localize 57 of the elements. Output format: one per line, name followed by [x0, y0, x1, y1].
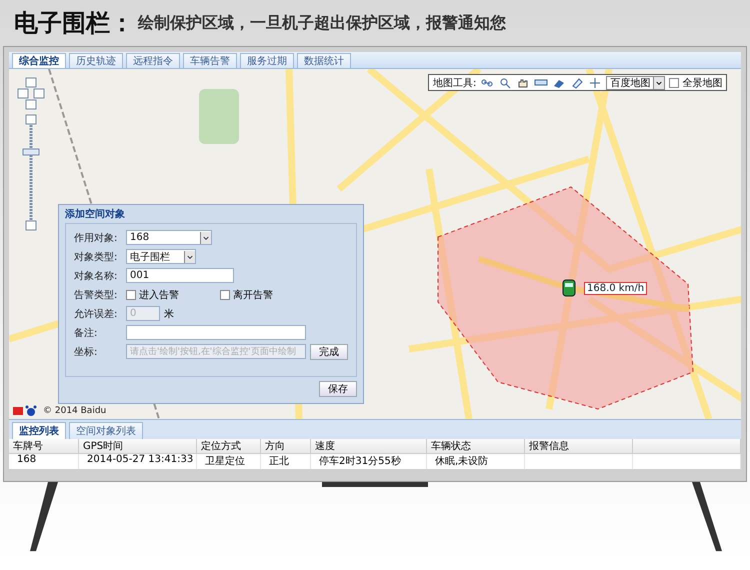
checkbox-label: 离开告警: [233, 288, 273, 302]
headline-subtitle: 绘制保护区域，一旦机子超出保护区域，报警通知您: [138, 12, 506, 34]
checkbox[interactable]: [220, 290, 230, 300]
input-field[interactable]: [126, 325, 306, 340]
field-label: 对象类型:: [74, 250, 118, 264]
checkbox[interactable]: [669, 78, 680, 88]
field-label: 告警类型:: [74, 288, 118, 302]
tab[interactable]: 服务过期: [240, 53, 294, 68]
caret-icon: [184, 250, 195, 262]
caret-icon: [200, 232, 211, 244]
select-field[interactable]: 电子围栏: [126, 249, 196, 264]
table-cell: 正北: [261, 454, 311, 469]
column-header: 方向: [261, 439, 311, 454]
caret-icon: [653, 76, 664, 88]
table-cell: 2014-05-27 13:41:33: [79, 454, 197, 469]
input-field[interactable]: 001: [126, 268, 234, 283]
grid-icon[interactable]: [588, 76, 602, 88]
tab[interactable]: 监控列表: [12, 422, 66, 439]
field-label: 坐标:: [74, 346, 98, 358]
column-header: 定位方式: [197, 439, 261, 454]
unit-label: 米: [164, 308, 174, 320]
field-label: 允许误差:: [74, 308, 118, 320]
column-header: GPS时间: [79, 439, 197, 454]
field-label: 作用对象:: [74, 232, 118, 244]
column-header: 报警信息: [525, 439, 633, 454]
eraser-icon[interactable]: [570, 76, 584, 88]
tab[interactable]: 车辆告警: [183, 53, 237, 68]
table-cell: 卫星定位: [197, 454, 261, 469]
tab[interactable]: 数据统计: [297, 53, 351, 68]
table-cell: 停车2时31分55秒: [311, 454, 427, 469]
zoom-icon[interactable]: [498, 76, 512, 88]
select-field[interactable]: 168: [126, 230, 212, 245]
car-icon: [562, 279, 576, 297]
map-type-select[interactable]: 百度地图: [606, 76, 666, 90]
checkbox[interactable]: [126, 290, 136, 300]
tab[interactable]: 空间对象列表: [69, 422, 143, 439]
save-button[interactable]: 保存: [319, 381, 357, 397]
table-cell: 休眠,未设防: [427, 454, 525, 469]
tab[interactable]: 历史轨迹: [69, 53, 123, 68]
column-header: 车辆状态: [427, 439, 525, 454]
column-header: 速度: [311, 439, 427, 454]
finish-button[interactable]: 完成: [310, 344, 348, 360]
checkbox-label: 进入告警: [139, 288, 179, 302]
tab[interactable]: 远程指令: [126, 53, 180, 68]
table-cell: 168: [9, 454, 79, 469]
tab[interactable]: 综合监控: [12, 53, 66, 68]
field-label: 备注:: [74, 326, 98, 340]
column-header: 车牌号: [9, 439, 79, 454]
map-copyright: © 2014 Baidu: [43, 406, 106, 416]
headline-title: 电子围栏：: [14, 8, 134, 39]
toolbar-label: 地图工具:: [433, 76, 476, 90]
field-label: 对象名称:: [74, 270, 118, 282]
speed-label: 168.0 km/h: [584, 282, 648, 295]
measure-icon[interactable]: [480, 76, 494, 88]
paw-logo-icon: [13, 405, 39, 417]
checkbox-label: 全景地图: [682, 76, 722, 90]
dialog-title: 添加空间对象: [65, 208, 126, 222]
